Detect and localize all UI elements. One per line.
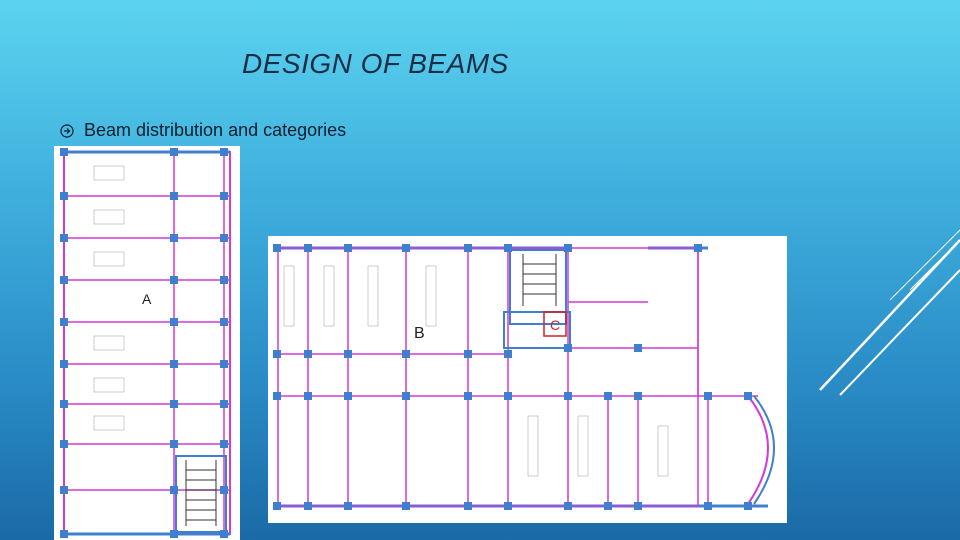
floor-plan-a-drawing: A <box>60 148 231 538</box>
slide-title: DESIGN OF BEAMS <box>242 48 509 79</box>
floor-plan-b: B C <box>268 236 787 523</box>
plan-b-label: B <box>414 325 425 342</box>
floor-plan-b-drawing: B C <box>273 244 775 510</box>
bullet-item: Beam distribution and categories <box>60 120 346 141</box>
plan-a-label: A <box>142 291 152 307</box>
floor-plan-a: A <box>54 146 240 540</box>
decorative-lines <box>819 229 960 396</box>
bullet-text: Beam distribution and categories <box>84 120 347 140</box>
plan-c-label: C <box>550 317 560 333</box>
circled-arrow-icon <box>60 123 74 138</box>
